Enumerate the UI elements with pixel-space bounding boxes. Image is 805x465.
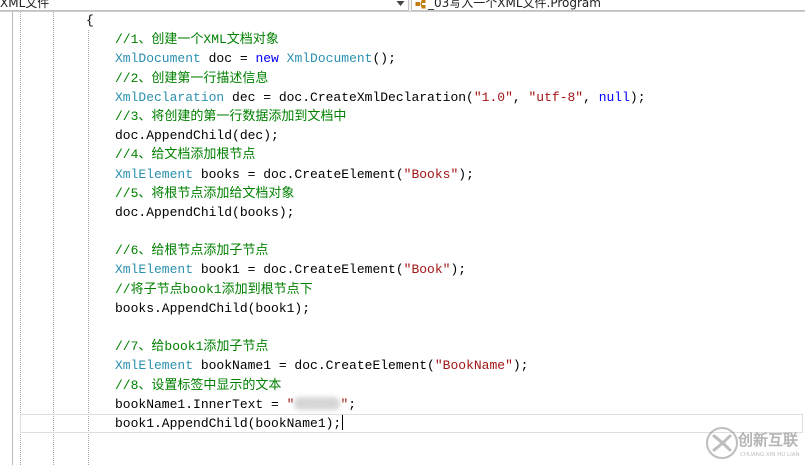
code-line[interactable] xyxy=(20,222,803,241)
comment-text: //将子节点book1添加到根节点下 xyxy=(115,281,313,297)
code-line[interactable]: //1、创建一个XML文档对象 xyxy=(20,30,803,49)
logo-icon xyxy=(704,425,740,461)
type-dropdown[interactable]: XML文件 xyxy=(0,0,409,11)
code-line[interactable]: //3、将创建的第一行数据添加到文档中 xyxy=(20,107,803,126)
comment-text: //7、给book1添加子节点 xyxy=(115,339,269,355)
current-code-line[interactable]: book1.AppendChild(bookName1); xyxy=(20,413,803,434)
code-line[interactable]: //2、创建第一行描述信息 xyxy=(20,69,803,88)
type-name: XmlElement xyxy=(115,262,194,278)
redacted-string-value xyxy=(294,396,341,410)
code-text: dec = doc.CreateXmlDeclaration( xyxy=(224,89,474,105)
type-name: XmlElement xyxy=(115,358,194,374)
code-text: doc = xyxy=(200,51,256,67)
type-dropdown-label: XML文件 xyxy=(0,0,50,10)
type-name: XmlDeclaration xyxy=(115,89,225,105)
code-text: ); xyxy=(629,89,646,105)
code-line[interactable]: //6、给根节点添加子节点 xyxy=(20,241,803,260)
code-line[interactable]: XmlDocument doc = new XmlDocument(); xyxy=(20,49,803,68)
code-text: books.AppendChild(book1); xyxy=(115,300,311,316)
comment-text: //6、给根节点添加子节点 xyxy=(115,243,269,259)
code-line[interactable]: doc.AppendChild(books); xyxy=(20,203,803,222)
code-text: ); xyxy=(458,166,474,182)
watermark-brand: 创新互联 xyxy=(738,431,799,449)
comment-text: //1、创建一个XML文档对象 xyxy=(115,32,279,48)
string-literal: "utf-8" xyxy=(528,89,584,105)
code-line[interactable]: //7、给book1添加子节点 xyxy=(20,337,803,356)
code-text: book1.AppendChild(bookName1); xyxy=(115,415,342,431)
code-line[interactable]: //8、设置标签中显示的文本 xyxy=(20,376,803,395)
code-text: book1 = doc.CreateElement( xyxy=(193,262,404,278)
code-line[interactable]: XmlElement book1 = doc.CreateElement("Bo… xyxy=(20,260,803,279)
comment-text: //3、将创建的第一行数据添加到文档中 xyxy=(115,108,347,124)
code-lines[interactable]: { //1、创建一个XML文档对象 XmlDocument doc = new X… xyxy=(20,12,803,434)
code-text: doc.AppendChild(books); xyxy=(115,204,295,220)
outlining-margin[interactable] xyxy=(12,12,13,465)
member-dropdown-label: _03写入一个XML文件.Program xyxy=(428,0,601,10)
code-line[interactable]: //4、给文档添加根节点 xyxy=(20,145,803,164)
string-literal: " xyxy=(286,396,295,412)
watermark: 创新互联 CHUANG XIN HU LIAN xyxy=(704,424,804,464)
code-text: ); xyxy=(450,262,467,278)
keyword: new xyxy=(255,51,279,67)
string-literal: "Books" xyxy=(403,166,459,182)
code-line[interactable]: XmlElement books = doc.CreateElement("Bo… xyxy=(20,165,803,184)
comment-text: //5、将根节点添加给文档对象 xyxy=(115,185,295,201)
code-line[interactable]: //将子节点book1添加到根节点下 xyxy=(20,280,803,299)
code-line-open-brace[interactable]: { xyxy=(20,12,803,30)
string-literal: "BookName" xyxy=(434,358,513,374)
code-text: , xyxy=(583,89,599,105)
watermark-pinyin: CHUANG XIN HU LIAN xyxy=(740,452,800,458)
code-line[interactable]: bookName1.InnerText = " "; xyxy=(20,395,803,414)
type-name: XmlDocument xyxy=(286,51,373,67)
code-text: ; xyxy=(348,396,357,412)
comment-text: //8、设置标签中显示的文本 xyxy=(115,377,282,393)
code-line[interactable]: doc.AppendChild(dec); xyxy=(20,126,803,145)
code-line[interactable]: XmlDeclaration dec = doc.CreateXmlDeclar… xyxy=(20,88,803,107)
code-text: bookName1.InnerText = xyxy=(115,396,287,412)
string-literal: "Book" xyxy=(403,262,451,278)
comment-text: //2、创建第一行描述信息 xyxy=(115,70,269,86)
code-editor[interactable]: { //1、创建一个XML文档对象 XmlDocument doc = new X… xyxy=(0,12,805,465)
chevron-down-icon[interactable] xyxy=(396,0,405,7)
code-text: doc.AppendChild(dec); xyxy=(115,128,279,144)
code-line[interactable]: XmlElement bookName1 = doc.CreateElement… xyxy=(20,356,803,375)
code-text: , xyxy=(512,89,529,105)
code-line[interactable]: //5、将根节点添加给文档对象 xyxy=(20,184,803,203)
string-literal: "1.0" xyxy=(473,89,513,105)
code-text: (); xyxy=(372,51,396,67)
brace-token: { xyxy=(86,13,94,28)
code-line[interactable]: books.AppendChild(book1); xyxy=(20,299,803,318)
type-name: XmlElement xyxy=(115,166,194,182)
code-line[interactable] xyxy=(20,318,803,337)
class-icon xyxy=(415,0,426,9)
code-text: books = doc.CreateElement( xyxy=(193,166,404,182)
navigation-bar: XML文件 _03写入一个XML文件.Program xyxy=(0,0,805,12)
member-dropdown[interactable]: _03写入一个XML文件.Program xyxy=(411,0,805,11)
code-text: ); xyxy=(512,358,529,374)
text-caret xyxy=(342,413,344,430)
code-text: bookName1 = doc.CreateElement( xyxy=(193,358,435,374)
comment-text: //4、给文档添加根节点 xyxy=(115,147,256,163)
type-name: XmlDocument xyxy=(115,51,201,67)
keyword: null xyxy=(598,89,630,105)
